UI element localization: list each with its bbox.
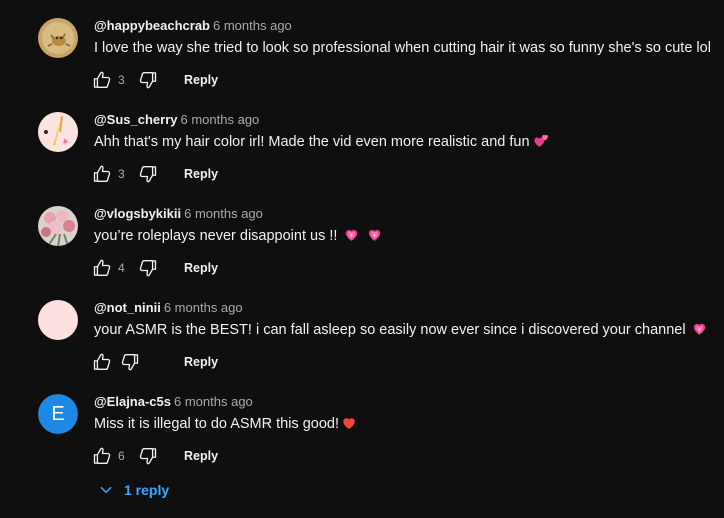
comment-text-content: Ahh that's my hair color irl! Made the v…	[94, 134, 530, 150]
like-count: 3	[118, 73, 125, 87]
dislike-button[interactable]	[138, 258, 158, 278]
reply-button[interactable]: Reply	[184, 72, 218, 88]
comment-time[interactable]: 6 months ago	[181, 112, 260, 127]
comment-text: I love the way she tried to look so prof…	[94, 38, 711, 58]
comment-author[interactable]: @happybeachcrab	[94, 18, 210, 33]
avatar[interactable]: E	[38, 394, 78, 434]
sparkling-heart-icon	[691, 320, 708, 337]
comment-thread: @vlogsbykikii 6 months ago you’re rolepla…	[0, 188, 724, 282]
like-button[interactable]	[92, 446, 112, 466]
dislike-button[interactable]	[120, 352, 140, 372]
reply-button[interactable]: Reply	[184, 354, 218, 370]
comment-author[interactable]: @not_ninii	[94, 300, 161, 315]
red-heart-icon	[341, 415, 357, 431]
like-count: 4	[118, 261, 125, 275]
comment-author[interactable]: @Sus_cherry	[94, 112, 178, 127]
comment-header: @not_ninii 6 months ago	[94, 299, 243, 317]
sparkling-heart-icon	[366, 226, 383, 243]
comment-text: Ahh that's my hair color irl! Made the v…	[94, 132, 550, 152]
like-button[interactable]	[92, 70, 112, 90]
comment-thread: E @Elajna-c5s 6 months ago Miss it is ill…	[0, 376, 724, 470]
comment-text-content: you’re roleplays never disappoint us !!	[94, 228, 338, 244]
comment-text: your ASMR is the BEST! i can fall asleep…	[94, 320, 708, 340]
avatar-letter: E	[38, 394, 78, 434]
like-button[interactable]	[92, 164, 112, 184]
comment-text: you’re roleplays never disappoint us !!	[94, 226, 383, 246]
comment-text-content: your ASMR is the BEST! i can fall asleep…	[94, 322, 686, 338]
comment-author[interactable]: @Elajna-c5s	[94, 394, 171, 409]
two-hearts-icon	[533, 132, 550, 149]
crab-photo-icon	[38, 18, 78, 58]
comment-text-content: Miss it is illegal to do ASMR this good!	[94, 416, 339, 432]
comment-time[interactable]: 6 months ago	[213, 18, 292, 33]
reply-button[interactable]: Reply	[184, 166, 218, 182]
comment-actions: 4 Reply	[92, 257, 292, 279]
comment-header: @happybeachcrab 6 months ago	[94, 17, 292, 35]
avatar[interactable]	[38, 112, 78, 152]
replies-count-label: 1 reply	[124, 482, 170, 498]
dislike-button[interactable]	[138, 164, 158, 184]
like-count: 3	[118, 167, 125, 181]
comments-section: @happybeachcrab 6 months ago I love the w…	[0, 0, 724, 518]
like-button[interactable]	[92, 352, 112, 372]
comment-actions: 6 Reply	[92, 445, 292, 467]
view-replies-button[interactable]: 1 reply	[94, 478, 184, 500]
flowers-photo-icon	[38, 206, 78, 246]
comment-actions: 3 Reply	[92, 69, 292, 91]
avatar-blank-icon	[38, 300, 78, 340]
comment-text: Miss it is illegal to do ASMR this good!	[94, 414, 357, 434]
comment-time[interactable]: 6 months ago	[184, 206, 263, 221]
comment-time[interactable]: 6 months ago	[174, 394, 253, 409]
comment-thread: @happybeachcrab 6 months ago I love the w…	[0, 0, 724, 94]
comment-header: @vlogsbykikii 6 months ago	[94, 205, 263, 223]
reply-button[interactable]: Reply	[184, 448, 218, 464]
sparkling-heart-icon	[343, 226, 360, 243]
comment-actions: 3 Reply	[92, 163, 292, 185]
avatar[interactable]	[38, 300, 78, 340]
comment-time[interactable]: 6 months ago	[164, 300, 243, 315]
avatar[interactable]	[38, 206, 78, 246]
comment-header: @Sus_cherry 6 months ago	[94, 111, 259, 129]
dislike-button[interactable]	[138, 70, 158, 90]
comment-thread: @not_ninii 6 months ago your ASMR is the …	[0, 282, 724, 376]
comment-header: @Elajna-c5s 6 months ago	[94, 393, 253, 411]
comment-author[interactable]: @vlogsbykikii	[94, 206, 181, 221]
avatar[interactable]	[38, 18, 78, 58]
like-count: 6	[118, 449, 125, 463]
comment-thread: @Sus_cherry 6 months ago Ahh that's my ha…	[0, 94, 724, 188]
like-button[interactable]	[92, 258, 112, 278]
chevron-down-icon	[100, 486, 112, 494]
dislike-button[interactable]	[138, 446, 158, 466]
comment-actions: Reply	[92, 351, 292, 373]
reply-button[interactable]: Reply	[184, 260, 218, 276]
comment-text-content: I love the way she tried to look so prof…	[94, 40, 711, 56]
cherry-photo-icon	[38, 112, 78, 152]
